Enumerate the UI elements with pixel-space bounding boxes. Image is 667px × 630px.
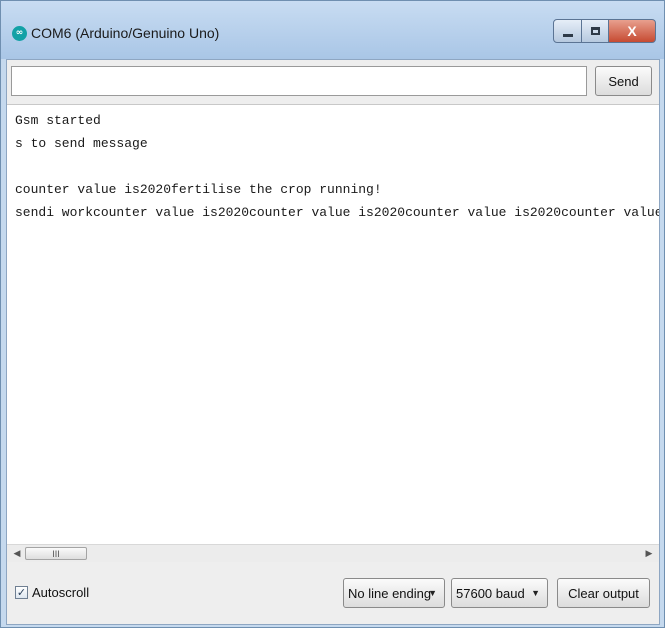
title-bar[interactable]: ∞ COM6 (Arduino/Genuino Uno) X (1, 1, 664, 59)
window-controls: X (553, 19, 656, 43)
output-line: Gsm started (15, 113, 101, 128)
serial-output-area[interactable]: Gsm started s to send message counter va… (7, 104, 659, 544)
bottom-toolbar: ✓ Autoscroll No line ending ▼ 57600 baud… (7, 562, 659, 624)
chevron-down-icon: ▼ (531, 588, 540, 598)
minimize-icon (562, 33, 573, 37)
checkbox-checked-icon[interactable]: ✓ (15, 586, 28, 599)
clear-output-button[interactable]: Clear output (557, 578, 650, 608)
serial-send-input[interactable] (11, 66, 587, 96)
baud-rate-select[interactable]: 57600 baud ▼ (451, 578, 548, 608)
autoscroll-label: Autoscroll (32, 585, 90, 600)
send-button[interactable]: Send (595, 66, 652, 96)
scroll-left-arrow-icon[interactable]: ◀ (9, 545, 25, 562)
minimize-button[interactable] (553, 19, 582, 43)
scroll-thumb[interactable]: III (25, 547, 87, 560)
line-ending-select[interactable]: No line ending ▼ (343, 578, 445, 608)
autoscroll-checkbox[interactable]: ✓ Autoscroll (15, 585, 89, 600)
serial-monitor-body: Send Gsm started s to send message count… (6, 59, 660, 625)
baud-rate-value: 57600 baud (456, 585, 525, 601)
window-title: COM6 (Arduino/Genuino Uno) (31, 25, 220, 41)
horizontal-scrollbar[interactable]: ◀ III ▶ (7, 544, 659, 562)
output-line: s to send message (15, 136, 148, 151)
arduino-infinity-icon: ∞ (12, 26, 27, 41)
output-line: counter value is2020fertilise the crop r… (15, 182, 382, 197)
output-line: sendi workcounter value is2020counter va… (15, 205, 659, 220)
scroll-right-arrow-icon[interactable]: ▶ (641, 545, 657, 562)
serial-monitor-window: ∞ COM6 (Arduino/Genuino Uno) X Send Gsm … (0, 0, 665, 628)
line-ending-value: No line ending (348, 585, 432, 601)
chevron-down-icon: ▼ (428, 588, 437, 598)
maximize-icon (590, 27, 600, 35)
close-button[interactable]: X (609, 19, 656, 43)
maximize-button[interactable] (582, 19, 609, 43)
close-icon: X (627, 23, 637, 39)
